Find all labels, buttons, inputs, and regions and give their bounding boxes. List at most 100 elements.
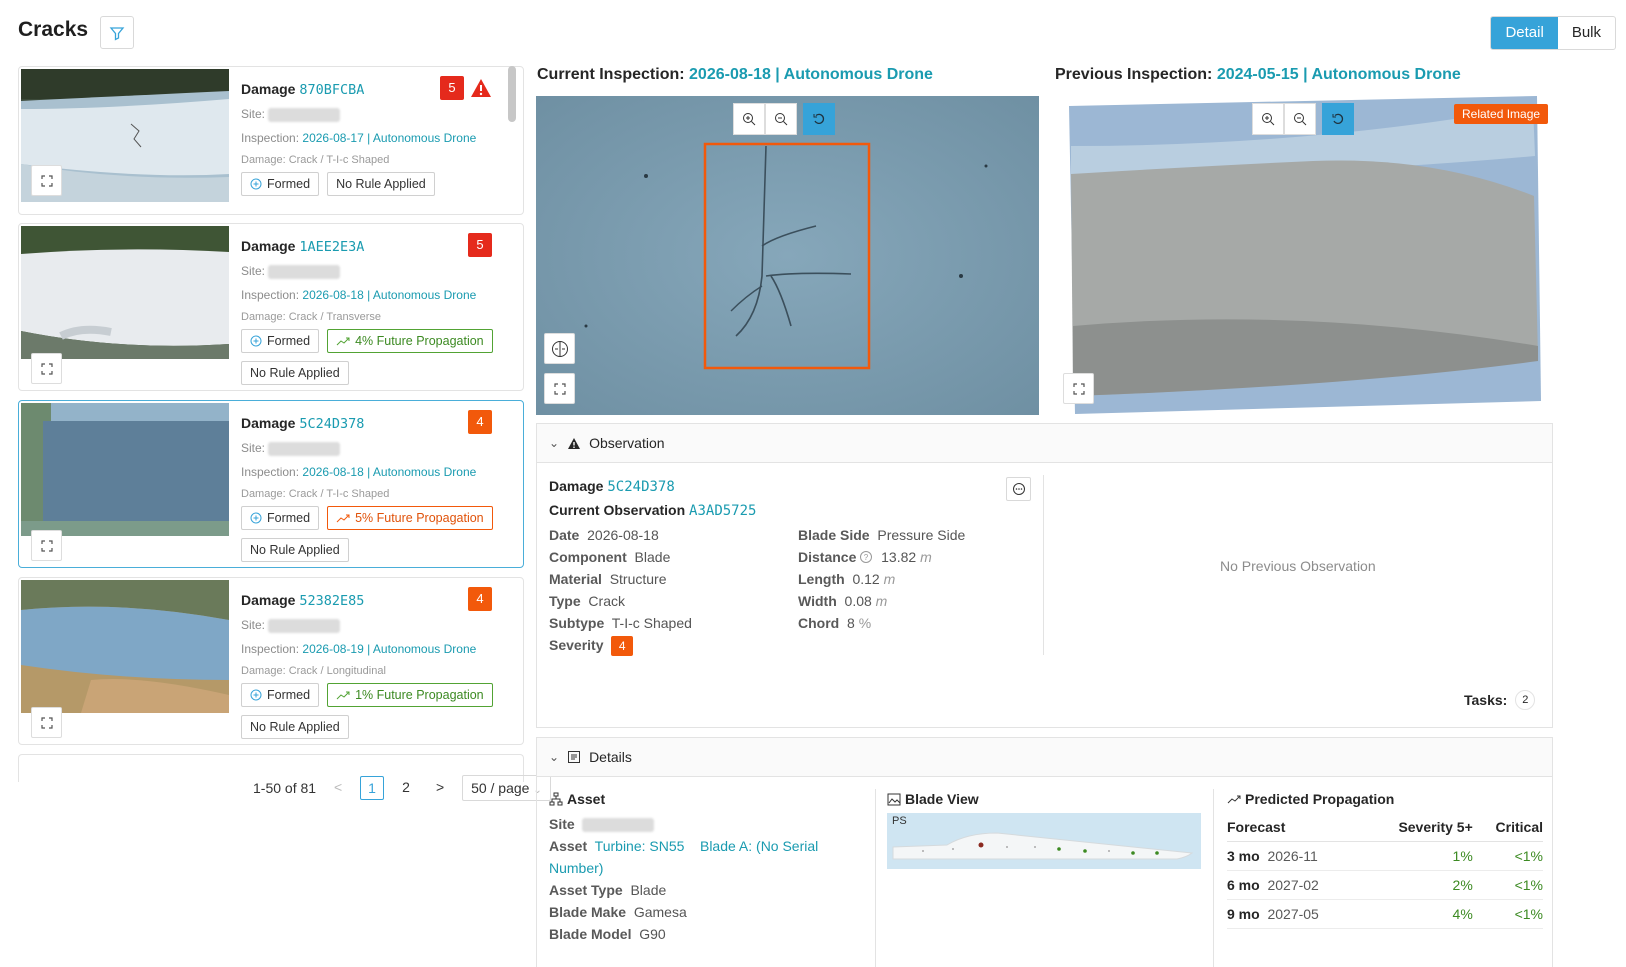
- page-2[interactable]: 2: [394, 776, 418, 800]
- tag-label: Formed: [267, 176, 311, 191]
- damage-marker[interactable]: [978, 842, 984, 848]
- field-value: Gamesa: [633, 904, 687, 920]
- expand-button[interactable]: [544, 373, 575, 404]
- image-toolbar: [1252, 103, 1354, 135]
- expand-icon[interactable]: [31, 165, 62, 196]
- current-inspection-image: [536, 96, 1039, 415]
- inspection-link[interactable]: 2026-08-18 | Autonomous Drone: [302, 465, 476, 479]
- reset-view-button[interactable]: [803, 103, 835, 135]
- help-icon[interactable]: ?: [859, 550, 873, 564]
- damage-thumbnail: [21, 69, 229, 202]
- propagation-table: Forecast Severity 5+ Critical 3 mo 2026-…: [1227, 813, 1543, 929]
- site-redacted: [582, 818, 655, 833]
- column-header: Severity 5+: [1362, 813, 1473, 842]
- pagination: 1-50 of 81 < 1 2 > 50 / page ⌄: [253, 775, 551, 801]
- asset-fields: Site Asset Turbine: SN55 Blade A: (No Se…: [549, 813, 869, 945]
- inspection-label: Inspection:: [241, 641, 300, 656]
- forecast-date: 2027-02: [1267, 877, 1319, 893]
- field-label: Subtype: [549, 615, 605, 631]
- damage-card-selected[interactable]: Damage 5C24D378 Site: Inspection: 2026-0…: [18, 400, 524, 568]
- inspection-link[interactable]: 2026-08-19 | Autonomous Drone: [302, 642, 476, 656]
- critical-prob: <1%: [1472, 899, 1543, 929]
- site-label: Site:: [241, 264, 266, 278]
- related-image-badge: Related Image: [1454, 104, 1549, 124]
- rule-tag: No Rule Applied: [327, 171, 435, 196]
- inspection-label: Inspection:: [241, 287, 300, 302]
- comment-button[interactable]: [1006, 477, 1031, 501]
- zoom-out-button[interactable]: [1284, 103, 1316, 135]
- damage-id[interactable]: 5C24D378: [299, 416, 364, 432]
- compare-button[interactable]: [544, 333, 575, 364]
- trend-up-icon: [336, 337, 350, 346]
- page-title: Cracks: [18, 18, 89, 41]
- bulk-view-button[interactable]: Bulk: [1558, 17, 1615, 49]
- expand-icon[interactable]: [31, 353, 62, 384]
- severity-prob: 1%: [1362, 841, 1473, 871]
- chevron-down-icon: ⌄: [549, 750, 560, 764]
- card-info: Damage 5C24D378 Site: Inspection: 2026-0…: [241, 415, 513, 562]
- zoom-in-button[interactable]: [733, 103, 765, 135]
- reset-view-button[interactable]: [1322, 103, 1354, 135]
- field-value: Crack: [588, 593, 625, 609]
- field-label: Width: [798, 593, 837, 609]
- current-inspection-link[interactable]: 2026-08-18 | Autonomous Drone: [689, 66, 933, 83]
- next-page-button[interactable]: >: [428, 776, 452, 800]
- field-label: Type: [549, 593, 581, 609]
- damage-card[interactable]: Damage 870BFCBA Site: Inspection: 2026-0…: [18, 66, 524, 215]
- page-1[interactable]: 1: [360, 776, 385, 800]
- hierarchy-icon: [549, 792, 563, 806]
- critical-prob: <1%: [1472, 870, 1543, 900]
- inspection-link[interactable]: 2026-08-17 | Autonomous Drone: [302, 131, 476, 145]
- inspection-link[interactable]: 2026-08-18 | Autonomous Drone: [302, 288, 476, 302]
- expand-icon[interactable]: [31, 707, 62, 738]
- field-label: Site: [549, 816, 575, 832]
- current-observation-id[interactable]: A3AD5725: [689, 503, 756, 519]
- field-label: Blade Side: [798, 527, 870, 543]
- prev-page-button[interactable]: <: [326, 776, 350, 800]
- column-header: Forecast: [1227, 813, 1363, 842]
- damage-card[interactable]: Damage 1AEE2E3A Site: Inspection: 2026-0…: [18, 223, 524, 391]
- field-label: Length: [798, 571, 845, 587]
- site-redacted: [268, 107, 341, 122]
- damage-type: Damage: Crack / Longitudinal: [241, 664, 386, 677]
- card-info: Damage 52382E85 Site: Inspection: 2026-0…: [241, 592, 513, 739]
- blade-link-cont[interactable]: Number): [549, 860, 603, 876]
- damage-id[interactable]: 5C24D378: [607, 479, 674, 495]
- formed-tag: Formed: [241, 328, 320, 353]
- detail-view-button[interactable]: Detail: [1491, 17, 1558, 49]
- tasks[interactable]: Tasks: 2: [1464, 690, 1536, 710]
- blade-link[interactable]: Blade A: (No Serial: [700, 838, 818, 854]
- horizon: 6 mo: [1227, 877, 1260, 893]
- divider: [875, 789, 876, 967]
- current-inspection-label: Current Inspection:: [537, 66, 685, 83]
- expand-icon[interactable]: [31, 530, 62, 561]
- tag-label: Formed: [267, 510, 311, 525]
- field-value: 8: [847, 615, 855, 631]
- previous-inspection-link[interactable]: 2024-05-15 | Autonomous Drone: [1217, 66, 1461, 83]
- field-value: Blade: [630, 882, 667, 898]
- damage-id[interactable]: 52382E85: [299, 593, 364, 609]
- details-panel: ⌄ Details Asset Site Asset Turbine: SN55…: [536, 737, 1553, 967]
- observation-header[interactable]: ⌄ Observation: [536, 423, 1553, 463]
- page-size-label: 50 / page: [471, 780, 530, 796]
- expand-button[interactable]: [1063, 373, 1094, 404]
- list-scrollbar[interactable]: [508, 66, 516, 122]
- zoom-out-button[interactable]: [765, 103, 797, 135]
- rule-tag: No Rule Applied: [241, 360, 349, 385]
- damage-card[interactable]: Damage 52382E85 Site: Inspection: 2026-0…: [18, 577, 524, 745]
- zoom-in-button[interactable]: [1252, 103, 1284, 135]
- field-value: Pressure Side: [877, 527, 966, 543]
- details-header[interactable]: ⌄ Details: [536, 737, 1553, 777]
- field-value: 13.82: [881, 549, 917, 565]
- filter-button[interactable]: [100, 16, 134, 49]
- damage-id[interactable]: 1AEE2E3A: [299, 239, 364, 255]
- forecast-date: 2026-11: [1267, 848, 1318, 864]
- damage-id[interactable]: 870BFCBA: [299, 82, 364, 98]
- horizon: 3 mo: [1227, 848, 1260, 864]
- divider: [1213, 789, 1214, 967]
- site-label: Site:: [241, 107, 266, 121]
- divider: [1043, 475, 1044, 655]
- turbine-link[interactable]: Turbine: SN55: [595, 838, 685, 854]
- view-toggle: Detail Bulk: [1490, 16, 1616, 50]
- field-label: Asset Type: [549, 882, 623, 898]
